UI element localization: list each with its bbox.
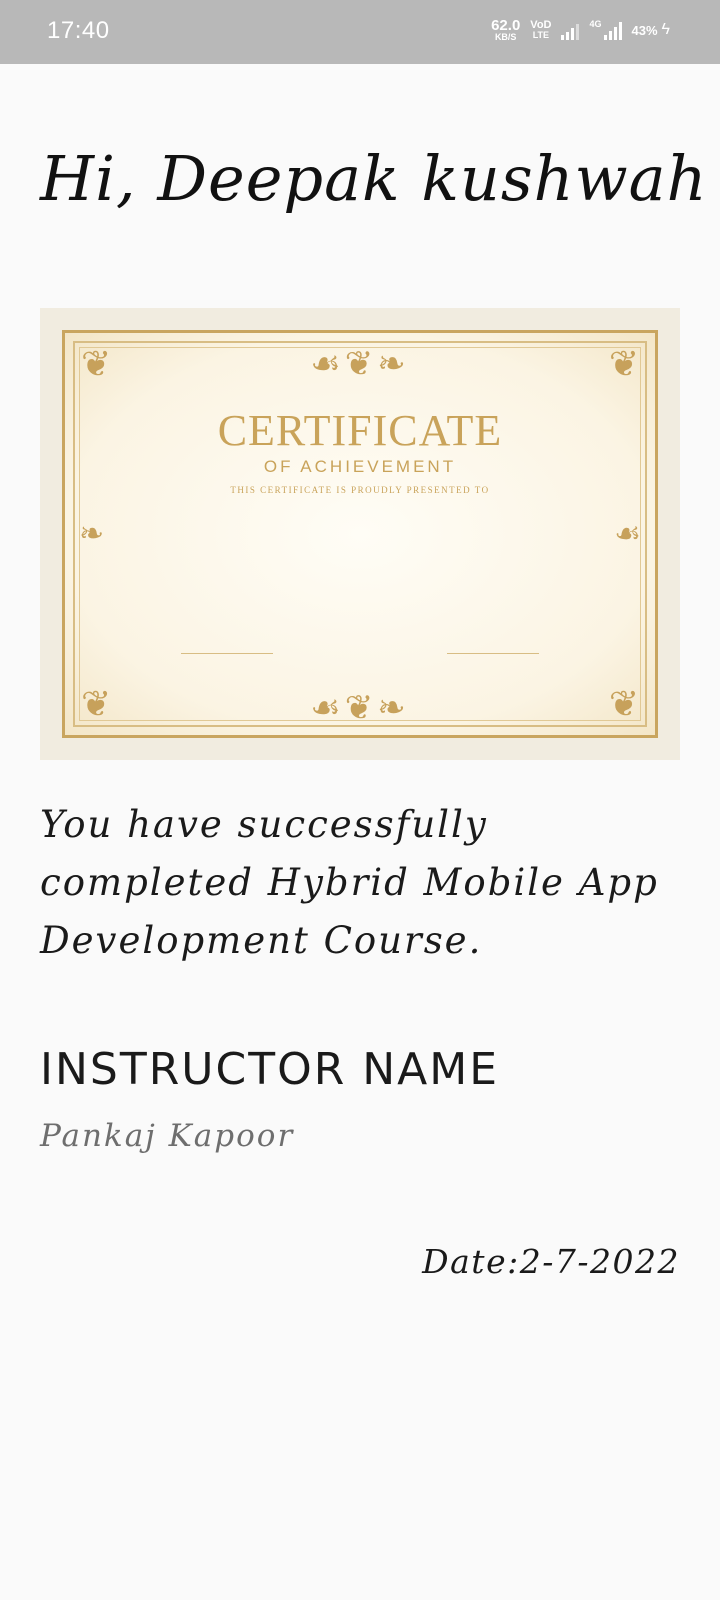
instructor-name: Pankaj Kapoor [40,1118,295,1154]
network-speed-unit: KB/S [494,32,517,42]
signal-sim1-icon [561,20,580,40]
certificate-presented-line: THIS CERTIFICATE IS PROUDLY PRESENTED TO [230,485,490,495]
corner-ornament-icon: ❦ [81,344,112,385]
status-icons: 62.0 KB/S VoD LTE 4G 43% ϟ [491,18,670,42]
status-bar: 17:40 62.0 KB/S VoD LTE 4G 43% ϟ [0,0,720,64]
volte-bottom-label: LTE [532,30,550,40]
signal-sim2-icon [603,20,622,40]
certificate-title: CERTIFICATE [217,406,503,455]
certificate-frame: ❦ ❦ ❦ ❦ ❧ ☙ ☙❦❧ ☙❦❧ CERTIFICATE OF ACHIE… [62,330,658,738]
greeting-heading: Hi, Deepak kushwah [40,142,708,215]
completion-message: You have successfully completed Hybrid M… [40,803,659,962]
corner-ornament-icon: ❦ [608,684,639,725]
network-speed: 62.0 KB/S [491,18,520,42]
network-speed-value: 62.0 [491,17,521,34]
side-ornament-icon: ☙ [614,516,641,552]
signature-line [447,653,539,654]
top-flourish-icon: ☙❦❧ [310,344,410,384]
status-time: 17:40 [47,17,110,44]
corner-ornament-icon: ❦ [81,684,112,725]
bottom-flourish-icon: ☙❦❧ [310,688,410,728]
side-ornament-icon: ❧ [79,516,105,552]
battery-percentage: 43% [631,22,658,38]
certificate-subtitle: OF ACHIEVEMENT [263,457,457,476]
volte-icon: VoD LTE [530,20,551,40]
corner-ornament-icon: ❦ [608,344,639,385]
signature-line [181,653,273,654]
bolt-icon: ϟ [661,21,670,38]
instructor-label: INSTRUCTOR NAME [40,1044,500,1095]
completion-date: Date:2-7-2022 [422,1242,680,1281]
certificate-image: ❦ ❦ ❦ ❦ ❧ ☙ ☙❦❧ ☙❦❧ CERTIFICATE OF ACHIE… [40,308,680,760]
network-type-label: 4G [589,19,602,29]
